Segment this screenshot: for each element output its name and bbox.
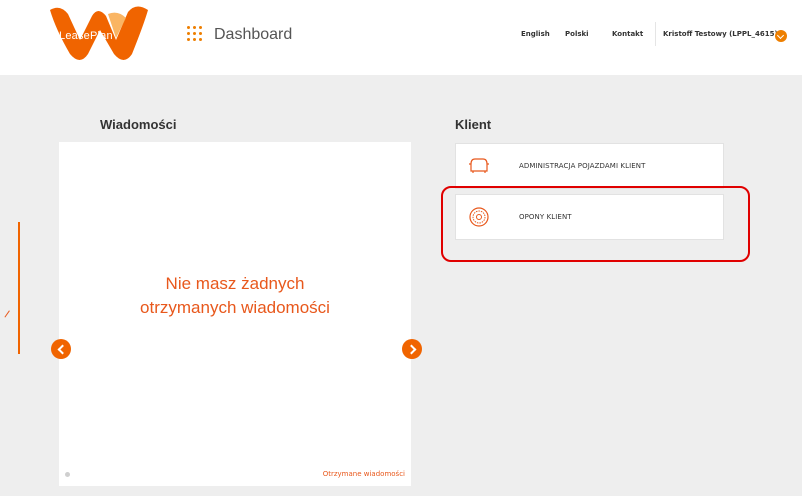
empty-messages-text: Nie masz żadnych otrzymanych wiadomości [59,272,411,320]
messages-panel: Nie masz żadnych otrzymanych wiadomości … [59,142,411,486]
card-label: ADMINISTRACJA POJAZDAMI KLIENT [519,162,646,170]
nav-link-english[interactable]: English [521,30,550,38]
grid-menu-icon[interactable] [187,26,205,44]
side-accent-tick [4,310,16,322]
chevron-down-icon[interactable] [775,30,787,42]
top-bar: LeasePlan Dashboard English Polski Konta… [0,0,802,75]
nav-link-kontakt[interactable]: Kontakt [612,30,643,38]
nav-link-polski[interactable]: Polski [565,30,589,38]
empty-messages-line-1: Nie masz żadnych [165,274,305,293]
chevron-left-icon[interactable] [51,339,71,359]
messages-title: Wiadomości [100,117,177,132]
chevron-right-icon[interactable] [402,339,422,359]
car-icon [469,158,489,173]
dashboard-menu[interactable]: Dashboard [187,26,292,44]
empty-messages-line-2: otrzymanych wiadomości [140,298,330,317]
leaseplan-logo[interactable]: LeasePlan [46,4,152,64]
received-messages-link[interactable]: Otrzymane wiadomości [323,470,405,478]
user-menu[interactable]: Kristoff Testowy (LPPL_4615) [663,30,778,38]
nav-divider [655,22,656,46]
card-vehicle-administration[interactable]: ADMINISTRACJA POJAZDAMI KLIENT [455,143,724,189]
side-accent-line [18,222,20,354]
carousel-dot[interactable] [65,472,70,477]
client-title: Klient [455,117,492,132]
page-title: Dashboard [214,26,293,43]
highlight-annotation [441,186,750,262]
logo-text: LeasePlan [59,30,113,42]
